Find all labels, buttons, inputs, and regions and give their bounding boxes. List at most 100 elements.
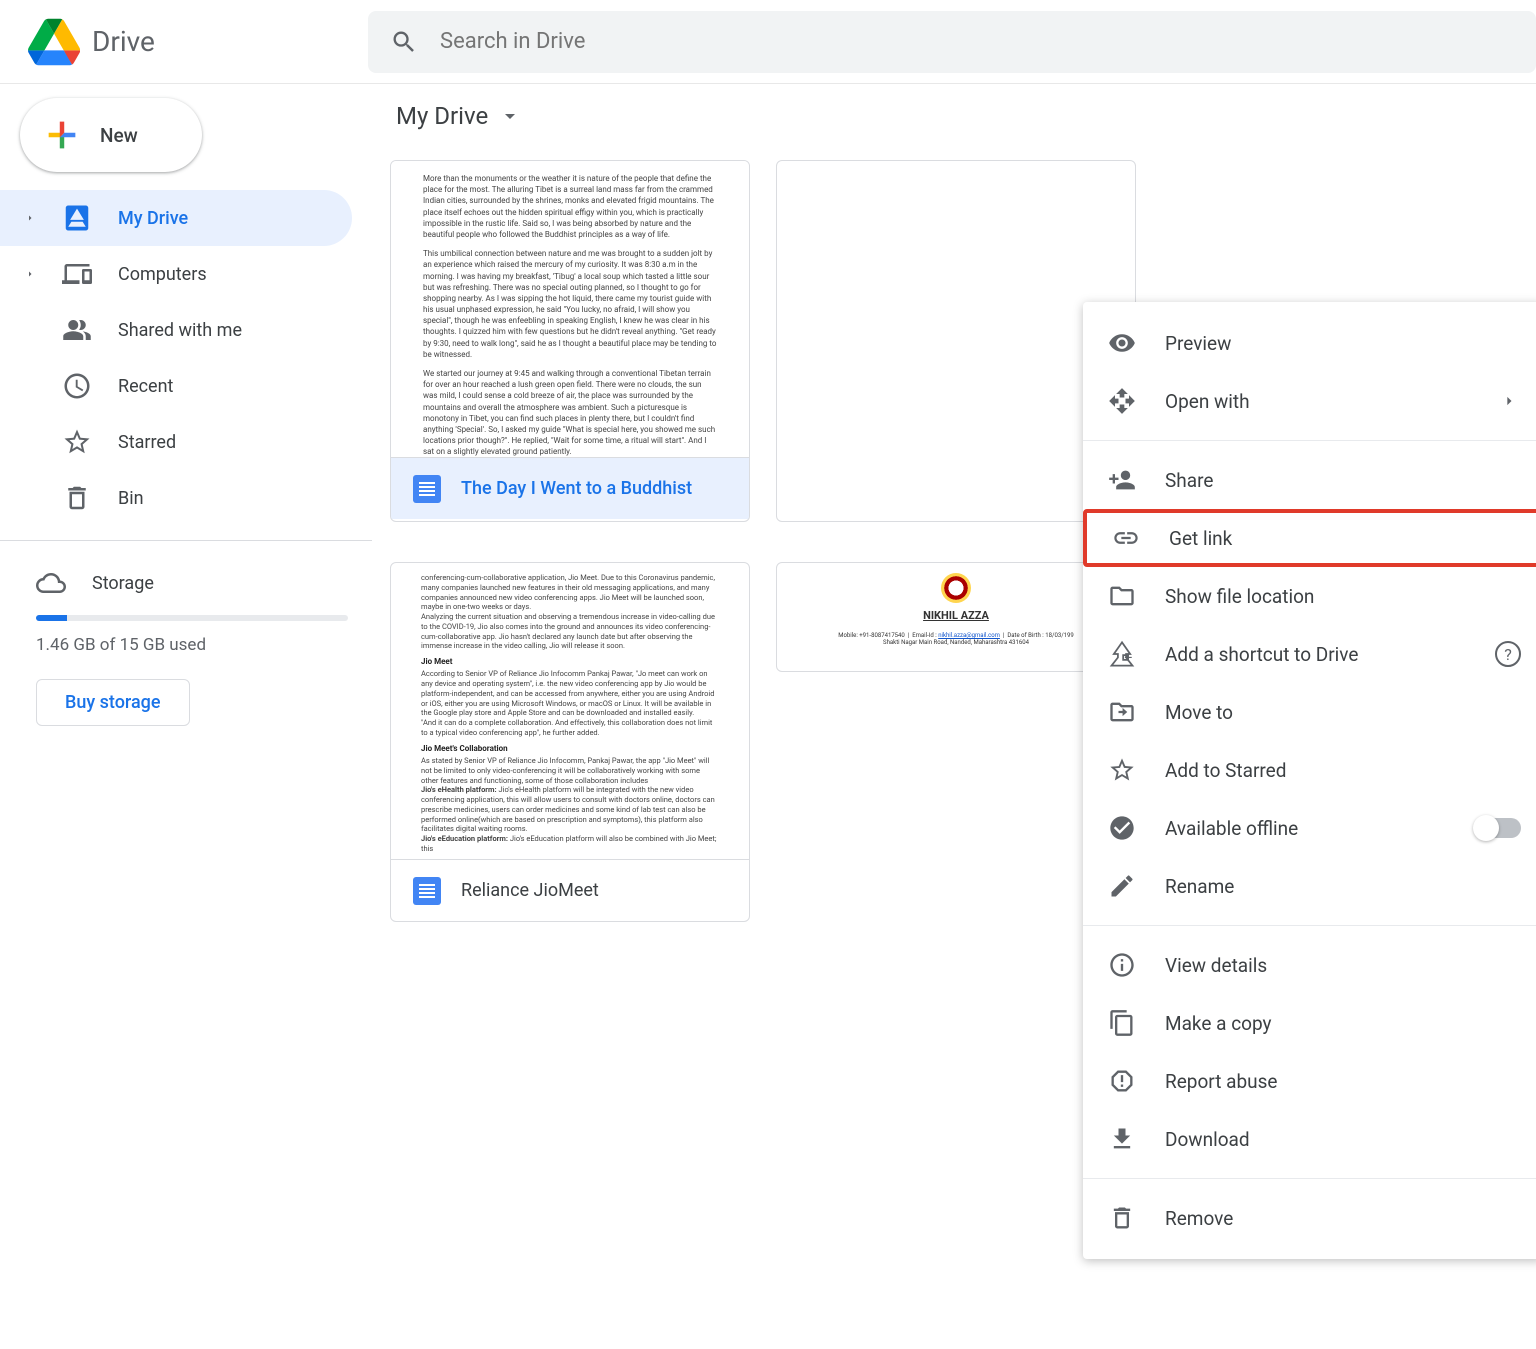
sidebar-item-my-drive[interactable]: My Drive <box>0 190 352 246</box>
open-with-icon <box>1107 386 1137 416</box>
menu-label: Rename <box>1165 875 1234 898</box>
menu-label: Download <box>1165 1128 1250 1151</box>
expand-arrow-icon <box>24 212 36 224</box>
move-icon <box>1107 697 1137 727</box>
chevron-right-icon <box>1499 391 1519 411</box>
menu-view-details[interactable]: View details <box>1083 936 1536 994</box>
breadcrumb[interactable]: My Drive <box>390 102 1518 130</box>
file-card[interactable]: More than the monuments or the weather i… <box>390 160 750 522</box>
drive-logo[interactable]: Drive <box>28 18 368 66</box>
menu-get-link[interactable]: Get link <box>1083 509 1536 567</box>
search-input[interactable] <box>440 29 1514 54</box>
menu-label: Show file location <box>1165 585 1314 608</box>
file-footer: Reliance JioMeet <box>391 859 749 921</box>
menu-rename[interactable]: Rename <box>1083 857 1536 915</box>
document-title: NIKHIL AZZA <box>807 609 1105 622</box>
sidebar-item-recent[interactable]: Recent <box>0 358 352 414</box>
menu-download[interactable]: Download <box>1083 1110 1536 1168</box>
sidebar-item-starred[interactable]: Starred <box>0 414 352 470</box>
folder-icon <box>1107 581 1137 611</box>
file-card-placeholder[interactable] <box>776 160 1136 522</box>
file-card[interactable]: NIKHIL AZZA Mobile: +91-8087417540 | Ema… <box>776 562 1136 672</box>
sidebar-divider <box>0 540 372 541</box>
sidebar-item-label: Shared with me <box>118 320 242 341</box>
shortcut-icon: + <box>1107 639 1137 669</box>
copy-icon <box>1107 1008 1137 1038</box>
menu-label: Add a shortcut to Drive <box>1165 643 1358 666</box>
menu-add-shortcut[interactable]: + Add a shortcut to Drive ? <box>1083 625 1536 683</box>
cloud-icon <box>36 568 66 598</box>
drive-icon <box>62 203 92 233</box>
plus-icon <box>42 115 82 155</box>
bin-icon <box>62 483 92 513</box>
storage-row[interactable]: Storage <box>24 555 348 611</box>
menu-make-copy[interactable]: Make a copy <box>1083 994 1536 1052</box>
menu-label: Report abuse <box>1165 1070 1277 1093</box>
menu-preview[interactable]: Preview <box>1083 314 1536 372</box>
menu-share[interactable]: Share <box>1083 451 1536 509</box>
menu-label: Make a copy <box>1165 1012 1272 1035</box>
menu-label: Add to Starred <box>1165 759 1286 782</box>
sidebar: New My Drive Computers Shared with me Re… <box>0 84 372 1349</box>
storage-bar <box>36 615 348 621</box>
eye-icon <box>1107 328 1137 358</box>
menu-label: Preview <box>1165 332 1231 355</box>
offline-icon <box>1107 813 1137 843</box>
share-icon <box>1107 465 1137 495</box>
menu-label: View details <box>1165 954 1267 977</box>
sidebar-item-label: My Drive <box>118 208 188 229</box>
storage-section: Storage 1.46 GB of 15 GB used Buy storag… <box>0 555 372 726</box>
sidebar-item-shared[interactable]: Shared with me <box>0 302 352 358</box>
help-icon[interactable]: ? <box>1495 641 1521 667</box>
buy-storage-button[interactable]: Buy storage <box>36 679 190 726</box>
search-icon <box>390 28 418 56</box>
file-name: Reliance JioMeet <box>461 880 599 901</box>
header: Drive <box>0 0 1536 84</box>
file-name: The Day I Went to a Buddhist <box>461 478 692 499</box>
menu-open-with[interactable]: Open with <box>1083 372 1536 430</box>
sidebar-item-label: Bin <box>118 488 144 509</box>
crest-icon <box>941 573 971 603</box>
star-icon <box>62 427 92 457</box>
file-card[interactable]: conferencing-cum-collaborative applicati… <box>390 562 750 922</box>
menu-add-starred[interactable]: Add to Starred <box>1083 741 1536 799</box>
menu-divider <box>1083 1178 1536 1179</box>
sidebar-item-computers[interactable]: Computers <box>0 246 352 302</box>
search-bar[interactable] <box>368 11 1536 73</box>
trash-icon <box>1107 1203 1137 1233</box>
app-name: Drive <box>92 25 155 58</box>
menu-label: Move to <box>1165 701 1233 724</box>
google-doc-icon <box>413 877 441 905</box>
sidebar-item-label: Starred <box>118 432 176 453</box>
storage-used-text: 1.46 GB of 15 GB used <box>36 635 348 655</box>
menu-label: Get link <box>1169 527 1232 550</box>
menu-available-offline[interactable]: Available offline <box>1083 799 1536 857</box>
menu-label: Remove <box>1165 1207 1233 1230</box>
sidebar-item-label: Recent <box>118 376 173 397</box>
computers-icon <box>62 259 92 289</box>
main-content: My Drive More than the monuments or the … <box>372 84 1536 1349</box>
storage-label: Storage <box>92 573 154 594</box>
drive-logo-icon <box>28 18 80 66</box>
download-icon <box>1107 1124 1137 1154</box>
new-button[interactable]: New <box>20 98 202 172</box>
rename-icon <box>1107 871 1137 901</box>
menu-remove[interactable]: Remove <box>1083 1189 1536 1247</box>
dropdown-arrow-icon <box>498 104 522 128</box>
menu-label: Share <box>1165 469 1213 492</box>
new-button-label: New <box>100 124 138 147</box>
file-preview: More than the monuments or the weather i… <box>391 161 749 457</box>
menu-label: Open with <box>1165 390 1250 413</box>
expand-arrow-icon <box>24 268 36 280</box>
offline-toggle[interactable] <box>1475 818 1521 838</box>
file-preview: NIKHIL AZZA Mobile: +91-8087417540 | Ema… <box>777 563 1135 672</box>
menu-show-location[interactable]: Show file location <box>1083 567 1536 625</box>
link-icon <box>1111 523 1141 553</box>
shared-icon <box>62 315 92 345</box>
menu-divider <box>1083 440 1536 441</box>
sidebar-item-bin[interactable]: Bin <box>0 470 352 526</box>
menu-move-to[interactable]: Move to <box>1083 683 1536 741</box>
google-doc-icon <box>413 475 441 503</box>
recent-icon <box>62 371 92 401</box>
menu-report-abuse[interactable]: Report abuse <box>1083 1052 1536 1110</box>
